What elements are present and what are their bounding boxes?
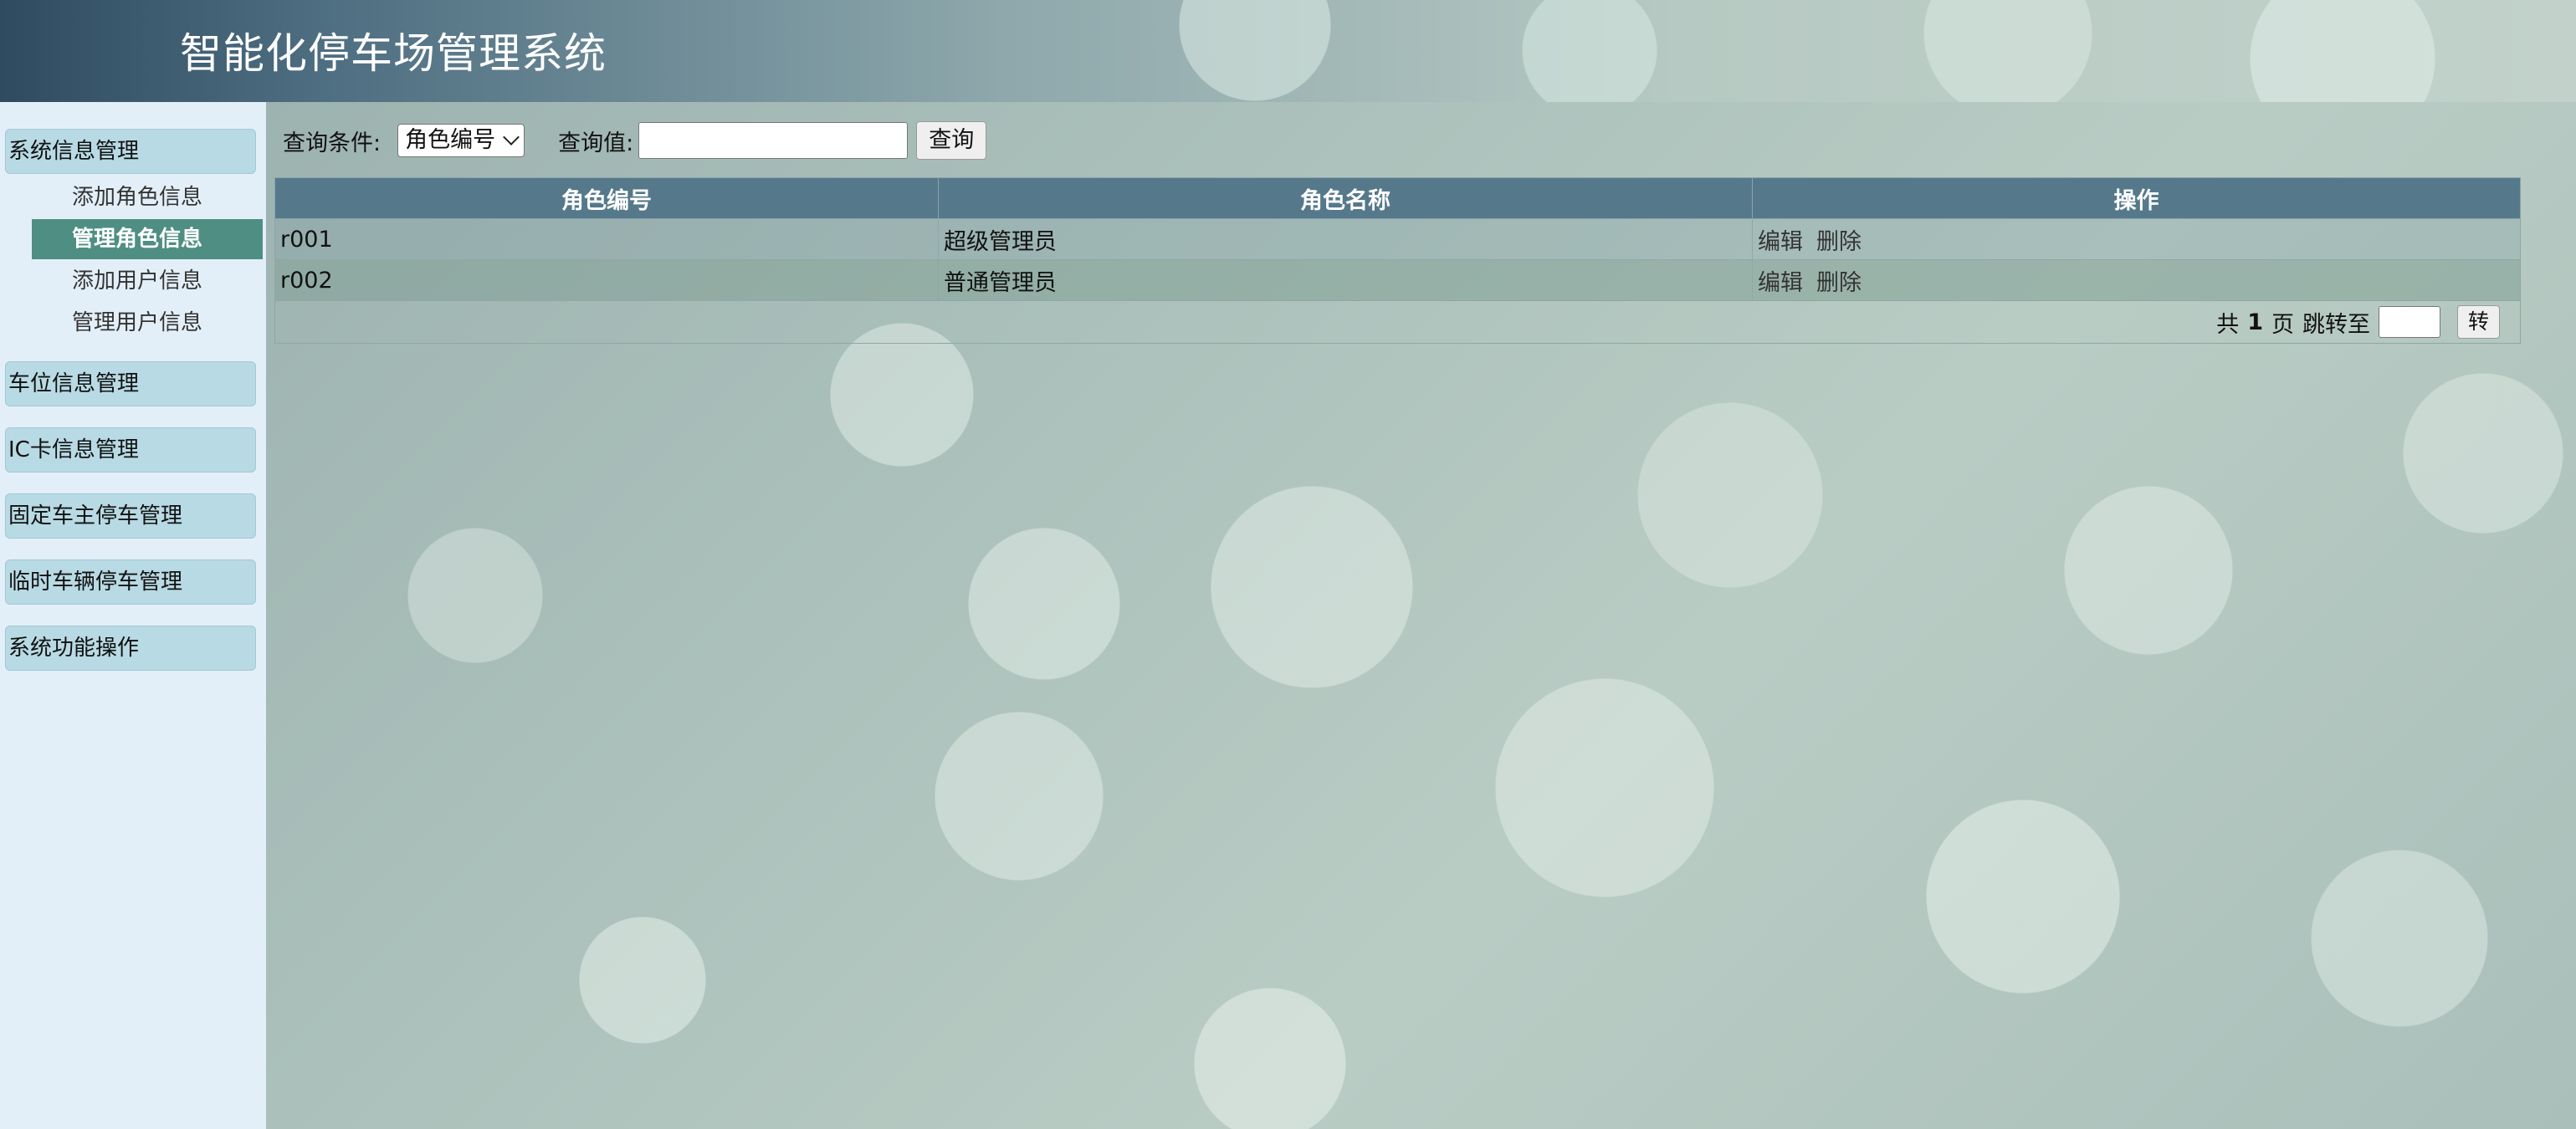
sidebar-item-add-user[interactable]: 添加用户信息 <box>32 261 263 301</box>
main-content: 查询条件: 角色编号 查询值: 查询 角色编号 角色名称 操作 r001 超级管… <box>266 102 2576 1129</box>
sidebar-item-manage-user[interactable]: 管理用户信息 <box>32 303 263 343</box>
pagination-cell: 共 1 页 跳转至 转 <box>274 300 2521 344</box>
total-suffix: 页 <box>2271 311 2294 338</box>
chevron-down-icon <box>503 129 520 146</box>
search-button[interactable]: 查询 <box>916 121 987 160</box>
sidebar-group-temp-vehicle[interactable]: 临时车辆停车管理 <box>5 559 256 605</box>
sidebar-item-add-role[interactable]: 添加角色信息 <box>32 177 263 217</box>
cell-role-id: r002 <box>274 259 939 301</box>
table-row: r002 普通管理员 编辑 删除 <box>274 259 2521 301</box>
condition-label: 查询条件: <box>283 130 382 156</box>
go-button[interactable]: 转 <box>2456 305 2500 339</box>
cell-role-name: 普通管理员 <box>938 259 1753 301</box>
pagination: 共 1 页 跳转至 转 <box>2216 305 2500 339</box>
search-input[interactable] <box>638 122 909 159</box>
sidebar-group-system-info[interactable]: 系统信息管理 <box>5 129 256 174</box>
edit-link[interactable]: 编辑 <box>1758 270 1803 296</box>
sidebar-group-system-functions[interactable]: 系统功能操作 <box>5 626 256 671</box>
condition-select[interactable]: 角色编号 <box>397 124 525 157</box>
column-header-actions: 操作 <box>1752 177 2521 219</box>
sidebar-group-parking-space[interactable]: 车位信息管理 <box>5 361 256 406</box>
sidebar: 系统信息管理 添加角色信息 管理角色信息 添加用户信息 管理用户信息 车位信息管… <box>0 102 266 1129</box>
header-banner: 智能化停车场管理系统 <box>0 0 2576 102</box>
total-pages: 1 <box>2247 309 2263 335</box>
sidebar-group-ic-card[interactable]: IC卡信息管理 <box>5 427 256 473</box>
delete-link[interactable]: 删除 <box>1816 229 1862 255</box>
cell-actions: 编辑 删除 <box>1752 259 2521 301</box>
search-bar: 查询条件: 角色编号 查询值: 查询 <box>283 120 987 161</box>
column-header-role-id: 角色编号 <box>274 177 939 219</box>
column-header-role-name: 角色名称 <box>938 177 1753 219</box>
table-row: r001 超级管理员 编辑 删除 <box>274 218 2521 260</box>
cell-role-name: 超级管理员 <box>938 218 1753 260</box>
sidebar-group-fixed-owner[interactable]: 固定车主停车管理 <box>5 493 256 539</box>
page-jump-input[interactable] <box>2378 306 2440 338</box>
delete-link[interactable]: 删除 <box>1816 270 1862 296</box>
edit-link[interactable]: 编辑 <box>1758 229 1803 255</box>
role-table: 角色编号 角色名称 操作 r001 超级管理员 编辑 删除 r002 普通管理员 … <box>274 177 2521 344</box>
cell-actions: 编辑 删除 <box>1752 218 2521 260</box>
cell-role-id: r001 <box>274 218 939 260</box>
pagination-row: 共 1 页 跳转至 转 <box>274 300 2521 344</box>
sidebar-item-manage-role[interactable]: 管理角色信息 <box>32 219 263 259</box>
condition-selected-value: 角色编号 <box>405 127 496 153</box>
table-header-row: 角色编号 角色名称 操作 <box>274 177 2521 219</box>
total-prefix: 共 <box>2216 311 2240 338</box>
app-title: 智能化停车场管理系统 <box>180 29 607 78</box>
value-label: 查询值: <box>558 130 634 156</box>
jump-label: 跳转至 <box>2302 311 2370 338</box>
